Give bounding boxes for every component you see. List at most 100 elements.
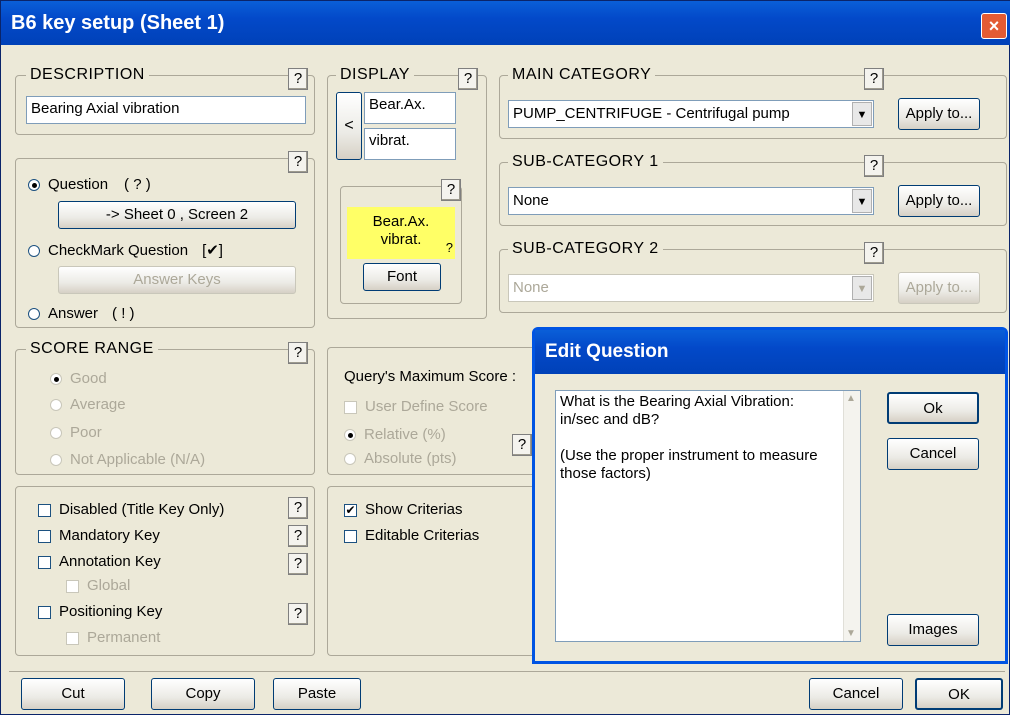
permanent-label: Permanent bbox=[87, 629, 161, 646]
checkmark-question-radio[interactable]: CheckMark Question [✔] bbox=[28, 241, 223, 259]
sub-category-1-value: None bbox=[513, 192, 549, 209]
display-line2-input[interactable]: vibrat. bbox=[364, 128, 456, 160]
disabled-key-checkbox[interactable]: Disabled (Title Key Only) bbox=[38, 501, 224, 518]
sub-category-2-group: SUB-CATEGORY 2 ? None ▼ Apply to... bbox=[499, 240, 1007, 313]
edit-question-ok-button[interactable]: Ok bbox=[887, 392, 979, 424]
display-legend: DISPLAY bbox=[336, 66, 414, 84]
score-poor-radio[interactable]: Poor bbox=[50, 424, 102, 441]
mandatory-key-help-button[interactable]: ? bbox=[288, 525, 308, 547]
annotation-key-label: Annotation Key bbox=[59, 553, 161, 570]
scroll-down-icon[interactable]: ▼ bbox=[846, 628, 856, 639]
sub-category-2-select[interactable]: None ▼ bbox=[508, 274, 874, 302]
score-poor-label: Poor bbox=[70, 424, 102, 441]
score-good-radio[interactable]: Good bbox=[50, 370, 107, 387]
answer-keys-button[interactable]: Answer Keys bbox=[58, 266, 296, 294]
question-text-line: What is the Bearing Axial Vibration: bbox=[560, 393, 795, 410]
absolute-label: Absolute (pts) bbox=[364, 450, 457, 467]
preview-line1: Bear.Ax. bbox=[372, 213, 430, 230]
description-help-button[interactable]: ? bbox=[288, 68, 308, 90]
question-text-line: those factors) bbox=[560, 465, 651, 482]
disabled-key-label: Disabled (Title Key Only) bbox=[59, 501, 225, 518]
window-title: B6 key setup (Sheet 1) bbox=[11, 12, 225, 34]
max-score-help-button[interactable]: ? bbox=[512, 434, 532, 456]
main-category-select[interactable]: PUMP_CENTRIFUGE - Centrifugal pump ▼ bbox=[508, 100, 874, 128]
display-shift-left-button[interactable]: < bbox=[336, 92, 362, 160]
cut-button[interactable]: Cut bbox=[21, 678, 125, 710]
answer-radio[interactable]: Answer ( ! ) bbox=[28, 305, 135, 322]
score-na-radio[interactable]: Not Applicable (N/A) bbox=[50, 451, 205, 468]
max-score-label: Query's Maximum Score : bbox=[344, 368, 517, 385]
sub-category-1-legend: SUB-CATEGORY 1 bbox=[508, 153, 663, 171]
main-category-group: MAIN CATEGORY ? PUMP_CENTRIFUGE - Centri… bbox=[499, 66, 1007, 139]
annotation-key-checkbox[interactable]: Annotation Key bbox=[38, 553, 161, 570]
key-type-group: ? Question ( ? ) -> Sheet 0 , Screen 2 Ch… bbox=[15, 151, 315, 328]
editable-criterias-label: Editable Criterias bbox=[365, 527, 480, 544]
sub-category-1-apply-button[interactable]: Apply to... bbox=[898, 185, 980, 217]
sub-category-1-help-button[interactable]: ? bbox=[864, 155, 884, 177]
preview-line2: vibrat. bbox=[380, 231, 422, 248]
edit-question-dialog: Edit Question What is the Bearing Axial … bbox=[532, 327, 1008, 664]
sub-category-2-legend: SUB-CATEGORY 2 bbox=[508, 240, 663, 258]
question-text-line: (Use the proper instrument to measure bbox=[560, 447, 818, 464]
paste-button[interactable]: Paste bbox=[273, 678, 361, 710]
display-preview-help-button[interactable]: ? bbox=[441, 179, 461, 201]
font-button[interactable]: Font bbox=[363, 263, 441, 291]
question-text-line bbox=[558, 429, 858, 447]
user-define-score-checkbox[interactable]: User Define Score bbox=[344, 398, 488, 415]
show-criterias-checkbox[interactable]: ✔ Show Criterias bbox=[344, 501, 463, 518]
relative-label: Relative (%) bbox=[364, 426, 446, 443]
disabled-key-help-button[interactable]: ? bbox=[288, 497, 308, 519]
positioning-key-help-button[interactable]: ? bbox=[288, 603, 308, 625]
relative-radio[interactable]: Relative (%) bbox=[344, 426, 446, 443]
chevron-down-icon: ▼ bbox=[852, 102, 872, 126]
score-range-legend: SCORE RANGE bbox=[26, 340, 158, 358]
display-help-button[interactable]: ? bbox=[458, 68, 478, 90]
edit-question-titlebar: Edit Question bbox=[535, 330, 1005, 374]
sub-category-1-group: SUB-CATEGORY 1 ? None ▼ Apply to... bbox=[499, 153, 1007, 226]
annotation-key-help-button[interactable]: ? bbox=[288, 553, 308, 575]
mandatory-key-label: Mandatory Key bbox=[59, 527, 160, 544]
close-icon[interactable]: × bbox=[981, 13, 1007, 39]
question-radio[interactable]: Question ( ? ) bbox=[28, 176, 151, 193]
main-category-help-button[interactable]: ? bbox=[864, 68, 884, 90]
edit-question-images-button[interactable]: Images bbox=[887, 614, 979, 646]
copy-button[interactable]: Copy bbox=[151, 678, 255, 710]
mandatory-key-checkbox[interactable]: Mandatory Key bbox=[38, 527, 160, 544]
editable-criterias-checkbox[interactable]: Editable Criterias bbox=[344, 527, 479, 544]
window-titlebar: B6 key setup (Sheet 1) bbox=[1, 1, 1010, 45]
criterias-group: ✔ Show Criterias Editable Criterias bbox=[327, 486, 533, 656]
checkmark-marker: [✔] bbox=[202, 242, 223, 259]
check-icon: ✔ bbox=[344, 502, 357, 517]
flags-group: Disabled (Title Key Only) ? Mandatory Ke… bbox=[15, 486, 315, 656]
scroll-up-icon[interactable]: ▲ bbox=[846, 393, 856, 404]
preview-marker: ? bbox=[445, 240, 453, 255]
positioning-key-checkbox[interactable]: Positioning Key bbox=[38, 603, 162, 620]
score-average-radio[interactable]: Average bbox=[50, 396, 126, 413]
score-range-help-button[interactable]: ? bbox=[288, 342, 308, 364]
description-group: DESCRIPTION ? Bearing Axial vibration bbox=[15, 66, 315, 135]
edit-question-cancel-button[interactable]: Cancel bbox=[887, 438, 979, 470]
sheet-screen-button[interactable]: -> Sheet 0 , Screen 2 bbox=[58, 201, 296, 229]
permanent-checkbox[interactable]: Permanent bbox=[66, 629, 160, 646]
answer-label: Answer bbox=[48, 305, 99, 322]
question-text-scrollbar[interactable]: ▲ ▼ bbox=[843, 391, 860, 641]
description-input[interactable]: Bearing Axial vibration bbox=[26, 96, 306, 124]
sub-category-2-apply-button[interactable]: Apply to... bbox=[898, 272, 980, 304]
show-criterias-label: Show Criterias bbox=[365, 501, 463, 518]
sub-category-1-select[interactable]: None ▼ bbox=[508, 187, 874, 215]
absolute-radio[interactable]: Absolute (pts) bbox=[344, 450, 457, 467]
main-category-legend: MAIN CATEGORY bbox=[508, 66, 656, 84]
question-text-area[interactable]: What is the Bearing Axial Vibration: in/… bbox=[555, 390, 861, 642]
key-type-help-button[interactable]: ? bbox=[288, 151, 308, 173]
footer-cancel-button[interactable]: Cancel bbox=[809, 678, 903, 710]
footer-ok-button[interactable]: OK bbox=[915, 678, 1003, 710]
edit-question-title: Edit Question bbox=[545, 341, 669, 362]
display-group: DISPLAY ? < Bear.Ax. vibrat. ? Bear.Ax. … bbox=[327, 66, 487, 319]
positioning-key-label: Positioning Key bbox=[59, 603, 163, 620]
global-checkbox[interactable]: Global bbox=[66, 577, 130, 594]
question-text-line: in/sec and dB? bbox=[560, 411, 660, 428]
question-marker: ( ? ) bbox=[124, 176, 151, 193]
main-category-apply-button[interactable]: Apply to... bbox=[898, 98, 980, 130]
sub-category-2-help-button[interactable]: ? bbox=[864, 242, 884, 264]
display-line1-input[interactable]: Bear.Ax. bbox=[364, 92, 456, 124]
